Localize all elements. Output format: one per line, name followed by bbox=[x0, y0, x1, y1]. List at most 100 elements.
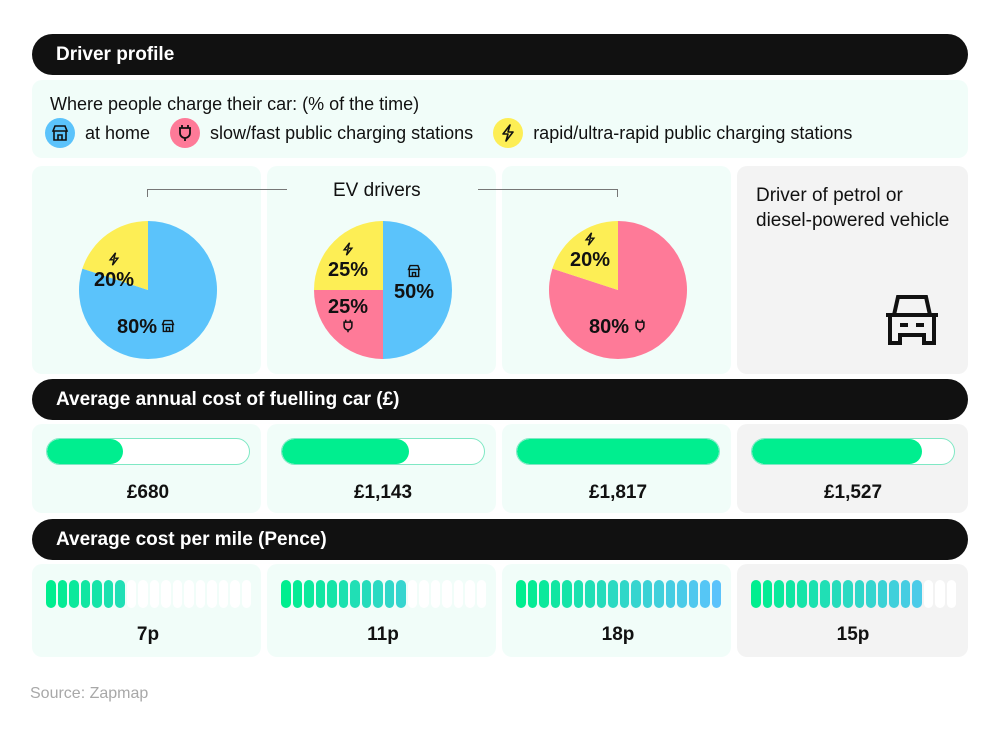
pie1-label-rapid: 20% bbox=[94, 250, 134, 290]
segment-filled bbox=[539, 580, 549, 608]
pie1-label-home: 80% bbox=[117, 317, 175, 337]
lightning-icon bbox=[94, 250, 134, 270]
segment-filled bbox=[619, 580, 629, 608]
segment-filled bbox=[103, 580, 113, 608]
segment-empty bbox=[172, 580, 182, 608]
cost-value-label: £1,143 bbox=[353, 482, 413, 503]
segment-filled bbox=[585, 580, 595, 608]
segment-filled bbox=[877, 580, 887, 608]
segment-filled bbox=[562, 580, 572, 608]
segment-filled bbox=[596, 580, 606, 608]
petrol-driver-label: Driver of petrol or diesel-powered vehic… bbox=[756, 185, 950, 231]
segment-filled bbox=[854, 580, 864, 608]
segment-filled bbox=[327, 580, 337, 608]
segment-empty bbox=[430, 580, 440, 608]
segment-filled bbox=[711, 580, 721, 608]
segment-filled bbox=[785, 580, 795, 608]
segment-filled bbox=[866, 580, 876, 608]
segment-filled bbox=[292, 580, 302, 608]
segment-filled bbox=[762, 580, 772, 608]
pie3-label-rapid: 20% bbox=[570, 230, 610, 270]
segment-filled bbox=[631, 580, 641, 608]
cost-per-mile-label: 18p bbox=[601, 624, 635, 645]
segment-empty bbox=[230, 580, 240, 608]
cost-per-mile-label: 11p bbox=[367, 624, 399, 645]
segment-filled bbox=[912, 580, 922, 608]
segment-filled bbox=[608, 580, 618, 608]
segment-filled bbox=[80, 580, 90, 608]
segment-empty bbox=[161, 580, 171, 608]
pie1-value-home: 80% bbox=[117, 316, 158, 338]
lightning-icon bbox=[328, 240, 368, 260]
cost-per-mile-bar bbox=[516, 580, 721, 608]
segment-filled bbox=[46, 580, 56, 608]
segment-empty bbox=[476, 580, 486, 608]
segment-filled bbox=[573, 580, 583, 608]
cost-value-label: £1,817 bbox=[588, 482, 648, 503]
cost-per-mile-bar bbox=[751, 580, 956, 608]
plug-icon bbox=[328, 317, 368, 337]
segment-empty bbox=[241, 580, 251, 608]
segment-empty bbox=[923, 580, 933, 608]
segment-filled bbox=[820, 580, 830, 608]
cost-per-mile-label: 7p bbox=[136, 624, 160, 645]
segment-filled bbox=[751, 580, 761, 608]
segment-filled bbox=[677, 580, 687, 608]
cost-bar-track bbox=[751, 438, 955, 465]
segment-empty bbox=[207, 580, 217, 608]
cost-bar-track bbox=[281, 438, 485, 465]
pie1-value-rapid: 20% bbox=[94, 269, 135, 291]
segment-filled bbox=[831, 580, 841, 608]
segment-filled bbox=[654, 580, 664, 608]
segment-filled bbox=[550, 580, 560, 608]
segment-empty bbox=[442, 580, 452, 608]
segment-empty bbox=[419, 580, 429, 608]
segment-empty bbox=[465, 580, 475, 608]
cost-bar-track bbox=[516, 438, 720, 465]
segment-filled bbox=[774, 580, 784, 608]
plug-icon bbox=[633, 317, 647, 337]
home-icon bbox=[394, 262, 434, 282]
segment-filled bbox=[350, 580, 360, 608]
cost-value-label: £680 bbox=[126, 482, 170, 503]
cost-bar-fill bbox=[517, 439, 719, 464]
segment-filled bbox=[665, 580, 675, 608]
segment-filled bbox=[373, 580, 383, 608]
segment-filled bbox=[304, 580, 314, 608]
segment-filled bbox=[642, 580, 652, 608]
cost-bar-fill bbox=[47, 439, 123, 464]
pie2-value-slow: 25% bbox=[328, 296, 369, 318]
segment-empty bbox=[149, 580, 159, 608]
pie2-value-home: 50% bbox=[394, 281, 435, 303]
segment-filled bbox=[516, 580, 526, 608]
segment-filled bbox=[889, 580, 899, 608]
cost-per-mile-label: 15p bbox=[836, 624, 870, 645]
segment-empty bbox=[195, 580, 205, 608]
segment-filled bbox=[361, 580, 371, 608]
cost-bar-track bbox=[46, 438, 250, 465]
segment-empty bbox=[946, 580, 956, 608]
segment-filled bbox=[797, 580, 807, 608]
segment-filled bbox=[338, 580, 348, 608]
cost-per-mile-bar bbox=[281, 580, 486, 608]
section-header-cost-per-mile: Average cost per mile (Pence) bbox=[32, 519, 968, 560]
section-header-annual-cost: Average annual cost of fuelling car (£) bbox=[32, 379, 968, 420]
segment-filled bbox=[69, 580, 79, 608]
pie2-label-slow: 25% bbox=[328, 297, 368, 337]
segment-filled bbox=[808, 580, 818, 608]
segment-empty bbox=[138, 580, 148, 608]
segment-filled bbox=[92, 580, 102, 608]
pie2-label-home: 50% bbox=[394, 262, 434, 302]
segment-filled bbox=[688, 580, 698, 608]
lightning-icon bbox=[570, 230, 610, 250]
home-icon bbox=[161, 317, 175, 337]
segment-empty bbox=[218, 580, 228, 608]
segment-filled bbox=[527, 580, 537, 608]
pie2-label-rapid: 25% bbox=[328, 240, 368, 280]
segment-empty bbox=[126, 580, 136, 608]
segment-filled bbox=[281, 580, 291, 608]
segment-filled bbox=[115, 580, 125, 608]
segment-empty bbox=[453, 580, 463, 608]
segment-empty bbox=[407, 580, 417, 608]
segment-empty bbox=[935, 580, 945, 608]
